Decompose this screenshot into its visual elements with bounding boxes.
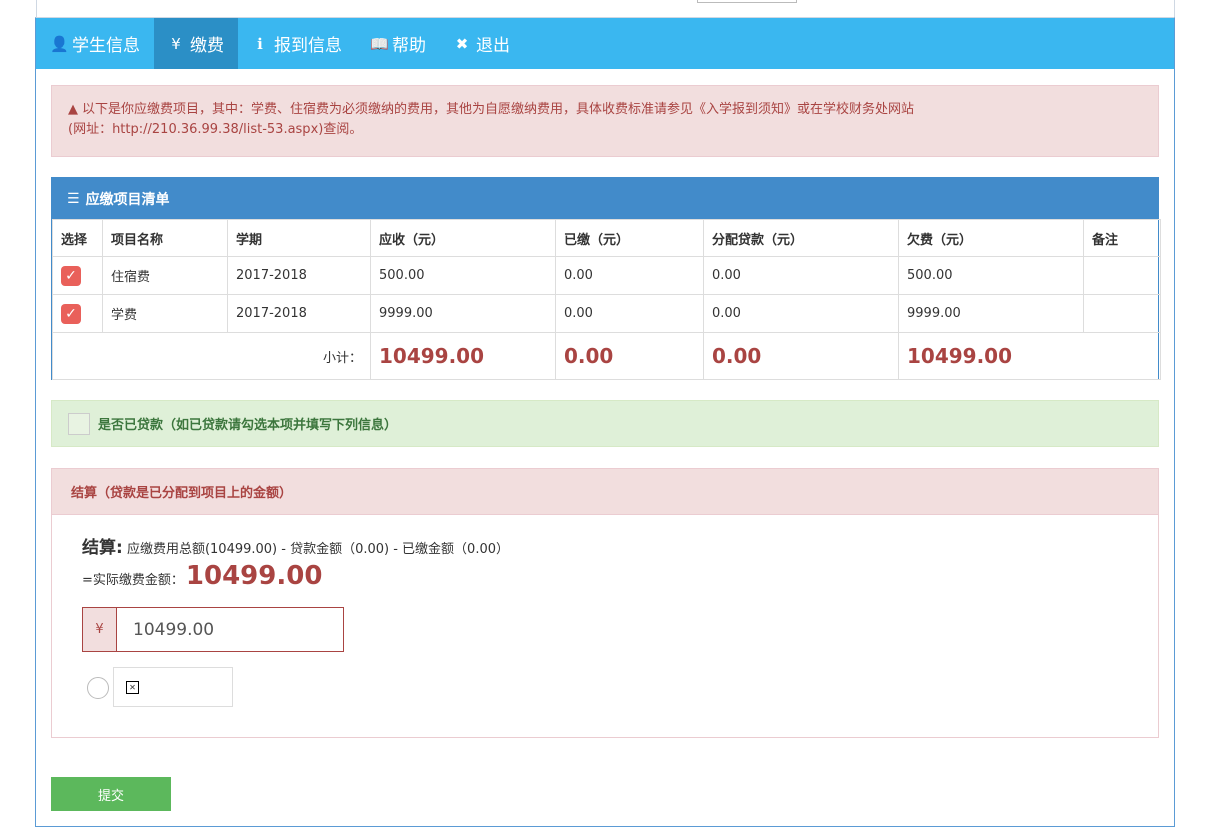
user-icon: 👤 <box>50 34 69 53</box>
list-icon: ☰ <box>67 190 80 207</box>
nav-label: 缴费 <box>190 36 224 56</box>
col-header-owed: 欠费（元） <box>898 219 1084 257</box>
actual-amount-line: =实际缴费金额： 10499.00 <box>82 561 322 591</box>
subtotal-row: 小计： 10499.00 0.00 0.00 10499.00 <box>52 332 1161 380</box>
warning-icon: ▲ <box>68 102 78 117</box>
amount-input-group: ¥ 10499.00 <box>82 607 344 652</box>
subtotal-paid: 0.00 <box>555 332 704 380</box>
checkbox-checked[interactable]: ✓ <box>61 303 81 324</box>
alert-line-2: (网址：http://210.36.99.38/list-53.aspx)查阅。 <box>68 122 363 137</box>
nav-item-payment[interactable]: ¥ 缴费 <box>154 18 238 69</box>
items-panel-header: ☰ 应缴项目清单 <box>52 178 1158 219</box>
col-header-name: 项目名称 <box>102 219 228 257</box>
subtotal-loan: 0.00 <box>703 332 899 380</box>
nav-label: 学生信息 <box>72 36 140 56</box>
nav-item-report-info[interactable]: ℹ 报到信息 <box>238 18 356 69</box>
panel-title: 应缴项目清单 <box>85 191 170 208</box>
amount-input[interactable]: 10499.00 <box>117 608 343 651</box>
nav-item-help[interactable]: 📖 帮助 <box>356 18 440 69</box>
info-icon: ℹ <box>257 34 263 53</box>
item-receivable: 9999.00 <box>370 294 556 333</box>
col-header-receivable: 应收（元） <box>370 219 556 257</box>
item-owed: 500.00 <box>898 256 1084 295</box>
settlement-header: 结算（贷款是已分配到项目上的金额） <box>52 469 1158 515</box>
payment-method-radio[interactable] <box>87 677 109 699</box>
item-name: 住宿费 <box>102 256 228 295</box>
calc-line: 结算: 应缴费用总额(10499.00) - 贷款金额（0.00) - 已缴金额… <box>82 533 509 558</box>
nav-item-logout[interactable]: ✖ 退出 <box>440 18 524 69</box>
loan-option-bar[interactable]: 是否已贷款（如已贷款请勾选本项并填写下列信息） <box>51 400 1159 447</box>
table-row: ✓ 住宿费 2017-2018 500.00 0.00 0.00 500.00 <box>52 256 1161 295</box>
alert-line-1: 以下是你应缴费项目，其中：学费、住宿费为必须缴纳的费用，其他为自愿缴纳费用，具体… <box>82 102 915 117</box>
currency-addon: ¥ <box>83 608 117 651</box>
col-header-note: 备注 <box>1083 219 1161 257</box>
table-row: ✓ 学费 2017-2018 9999.00 0.00 0.00 9999.00 <box>52 294 1161 333</box>
top-nav: 👤 学生信息 ¥ 缴费 ℹ 报到信息 📖 帮助 ✖ 退出 <box>36 18 1174 69</box>
subtotal-receivable: 10499.00 <box>370 332 556 380</box>
col-header-loan: 分配贷款（元） <box>703 219 899 257</box>
item-note <box>1083 256 1161 295</box>
col-header-select: 选择 <box>52 219 103 257</box>
main-container: 👤 学生信息 ¥ 缴费 ℹ 报到信息 📖 帮助 ✖ 退出 ▲ 以下是你应缴费项目，… <box>35 17 1175 827</box>
calc-label: 结算: <box>82 538 123 558</box>
actual-amount: 10499.00 <box>185 561 323 591</box>
item-name: 学费 <box>102 294 228 333</box>
nav-label: 帮助 <box>392 36 426 56</box>
checkbox-checked[interactable]: ✓ <box>61 265 81 286</box>
item-receivable: 500.00 <box>370 256 556 295</box>
item-loan: 0.00 <box>703 256 899 295</box>
item-loan: 0.00 <box>703 294 899 333</box>
settlement-panel: 结算（贷款是已分配到项目上的金额） 结算: 应缴费用总额(10499.00) -… <box>51 468 1159 738</box>
item-term: 2017-2018 <box>227 256 371 295</box>
item-note <box>1083 294 1161 333</box>
header-cutoff <box>36 0 1175 18</box>
settlement-body: 结算: 应缴费用总额(10499.00) - 贷款金额（0.00) - 已缴金额… <box>52 515 1158 737</box>
items-panel: ☰ 应缴项目清单 选择 项目名称 学期 应收（元） 已缴（元） 分配贷款（元） … <box>51 177 1161 380</box>
nav-label: 报到信息 <box>274 36 342 56</box>
item-paid: 0.00 <box>555 294 704 333</box>
yen-icon: ¥ <box>171 34 181 53</box>
book-icon: 📖 <box>370 34 389 53</box>
col-header-term: 学期 <box>227 219 371 257</box>
loan-checkbox[interactable] <box>68 412 90 435</box>
row-select-cell: ✓ <box>52 294 103 333</box>
item-paid: 0.00 <box>555 256 704 295</box>
row-select-cell: ✓ <box>52 256 103 295</box>
subtotal-owed: 10499.00 <box>898 332 1161 380</box>
payment-method-option[interactable]: ✕ <box>113 667 233 707</box>
actual-label: =实际缴费金额： <box>82 573 184 588</box>
col-header-paid: 已缴（元） <box>555 219 704 257</box>
nav-item-student-info[interactable]: 👤 学生信息 <box>36 18 154 69</box>
item-term: 2017-2018 <box>227 294 371 333</box>
close-icon: ✖ <box>455 34 469 53</box>
items-table: 选择 项目名称 学期 应收（元） 已缴（元） 分配贷款（元） 欠费（元） 备注 … <box>52 219 1161 380</box>
header-input-cutoff <box>697 0 797 3</box>
broken-image-icon: ✕ <box>126 680 139 694</box>
nav-label: 退出 <box>476 36 510 56</box>
submit-button[interactable]: 提交 <box>51 777 171 811</box>
item-owed: 9999.00 <box>898 294 1084 333</box>
loan-option-label: 是否已贷款（如已贷款请勾选本项并填写下列信息） <box>98 418 398 433</box>
table-header-row: 选择 项目名称 学期 应收（元） 已缴（元） 分配贷款（元） 欠费（元） 备注 <box>52 219 1161 257</box>
calc-text: 应缴费用总额(10499.00) - 贷款金额（0.00) - 已缴金额（0.0… <box>126 542 509 557</box>
subtotal-label: 小计： <box>52 332 371 380</box>
payment-notice-alert: ▲ 以下是你应缴费项目，其中：学费、住宿费为必须缴纳的费用，其他为自愿缴纳费用，具… <box>51 85 1159 157</box>
